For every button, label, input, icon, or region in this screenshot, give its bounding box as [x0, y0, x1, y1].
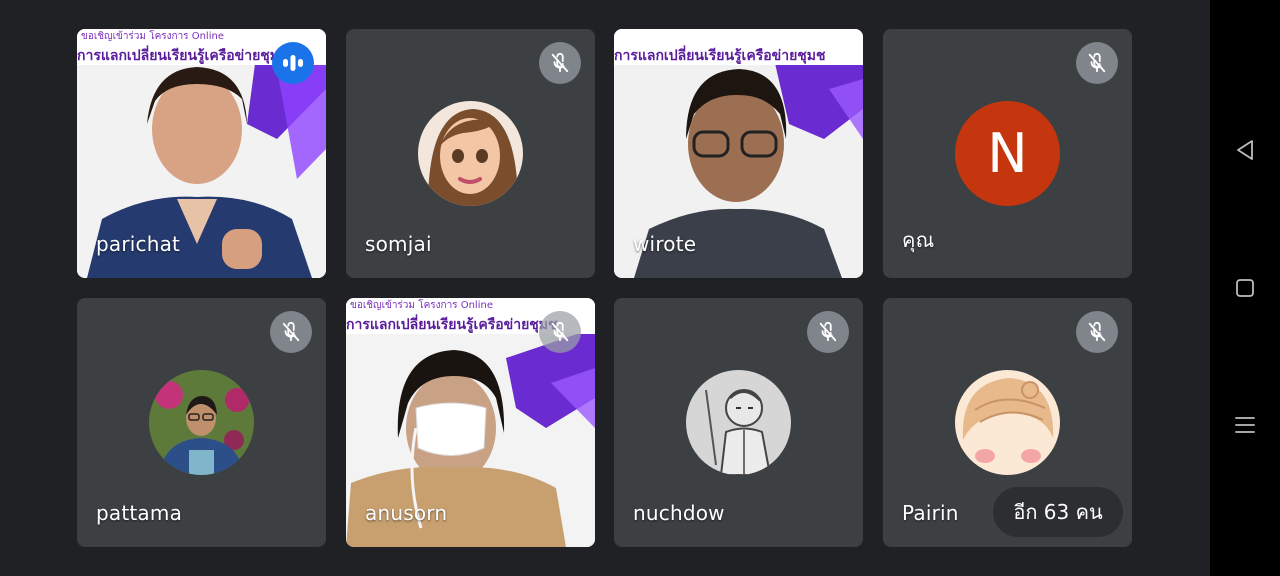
banner-line-2: การแลกเปลี่ยนเรียนรู้เครือข่ายชุมช [614, 48, 826, 64]
mic-off-icon [539, 311, 581, 353]
participant-tile-nuchdow[interactable]: nuchdow [614, 298, 863, 547]
participant-name: nuchdow [633, 501, 725, 525]
participant-grid: ขอเชิญเข้าร่วม โครงการ Online การแลกเปลี… [0, 0, 1210, 576]
participant-name: Pairin [902, 501, 959, 525]
participant-name: pattama [96, 501, 183, 525]
avatar [418, 101, 523, 206]
participant-name: คุณ [902, 228, 935, 252]
participant-name: anusorn [365, 501, 448, 525]
participant-tile-anusorn[interactable]: ขอเชิญเข้าร่วม โครงการ Online การแลกเปลี… [346, 298, 595, 547]
avatar: N [955, 101, 1060, 206]
mic-off-icon [1076, 311, 1118, 353]
participant-name: wirote [633, 232, 697, 256]
mic-off-icon [807, 311, 849, 353]
banner-line-1: ขอเชิญเข้าร่วม โครงการ Online [350, 300, 493, 311]
home-square-icon[interactable] [1232, 275, 1258, 301]
avatar [149, 370, 254, 475]
participant-tile-somjai[interactable]: somjai [346, 29, 595, 278]
menu-lines-icon[interactable] [1232, 412, 1258, 438]
participant-tile-parichat[interactable]: ขอเชิญเข้าร่วม โครงการ Online การแลกเปลี… [77, 29, 326, 278]
banner-line-1: ขอเชิญเข้าร่วม โครงการ Online [81, 31, 224, 42]
participant-name: somjai [365, 232, 432, 256]
avatar [686, 370, 791, 475]
banner-line-2: การแลกเปลี่ยนเรียนรู้เครือข่ายชุมช [77, 48, 289, 64]
participant-tile-self[interactable]: N คุณ [883, 29, 1132, 278]
event-banner: การแลกเปลี่ยนเรียนรู้เครือข่ายชุมช [614, 29, 863, 65]
mic-off-icon [1076, 42, 1118, 84]
audio-level-icon [272, 42, 314, 84]
participant-tile-pattama[interactable]: pattama [77, 298, 326, 547]
banner-line-2: การแลกเปลี่ยนเรียนรู้เครือข่ายชุมช [346, 317, 558, 333]
mic-off-icon [539, 42, 581, 84]
participant-tile-wirote[interactable]: การแลกเปลี่ยนเรียนรู้เครือข่ายชุมช wirot… [614, 29, 863, 278]
participant-name: parichat [96, 232, 181, 256]
system-navigation-bar [1210, 0, 1280, 576]
back-triangle-icon[interactable] [1232, 137, 1258, 163]
avatar [955, 370, 1060, 475]
more-participants-button[interactable]: อีก 63 คน [993, 487, 1123, 537]
mic-off-icon [270, 311, 312, 353]
